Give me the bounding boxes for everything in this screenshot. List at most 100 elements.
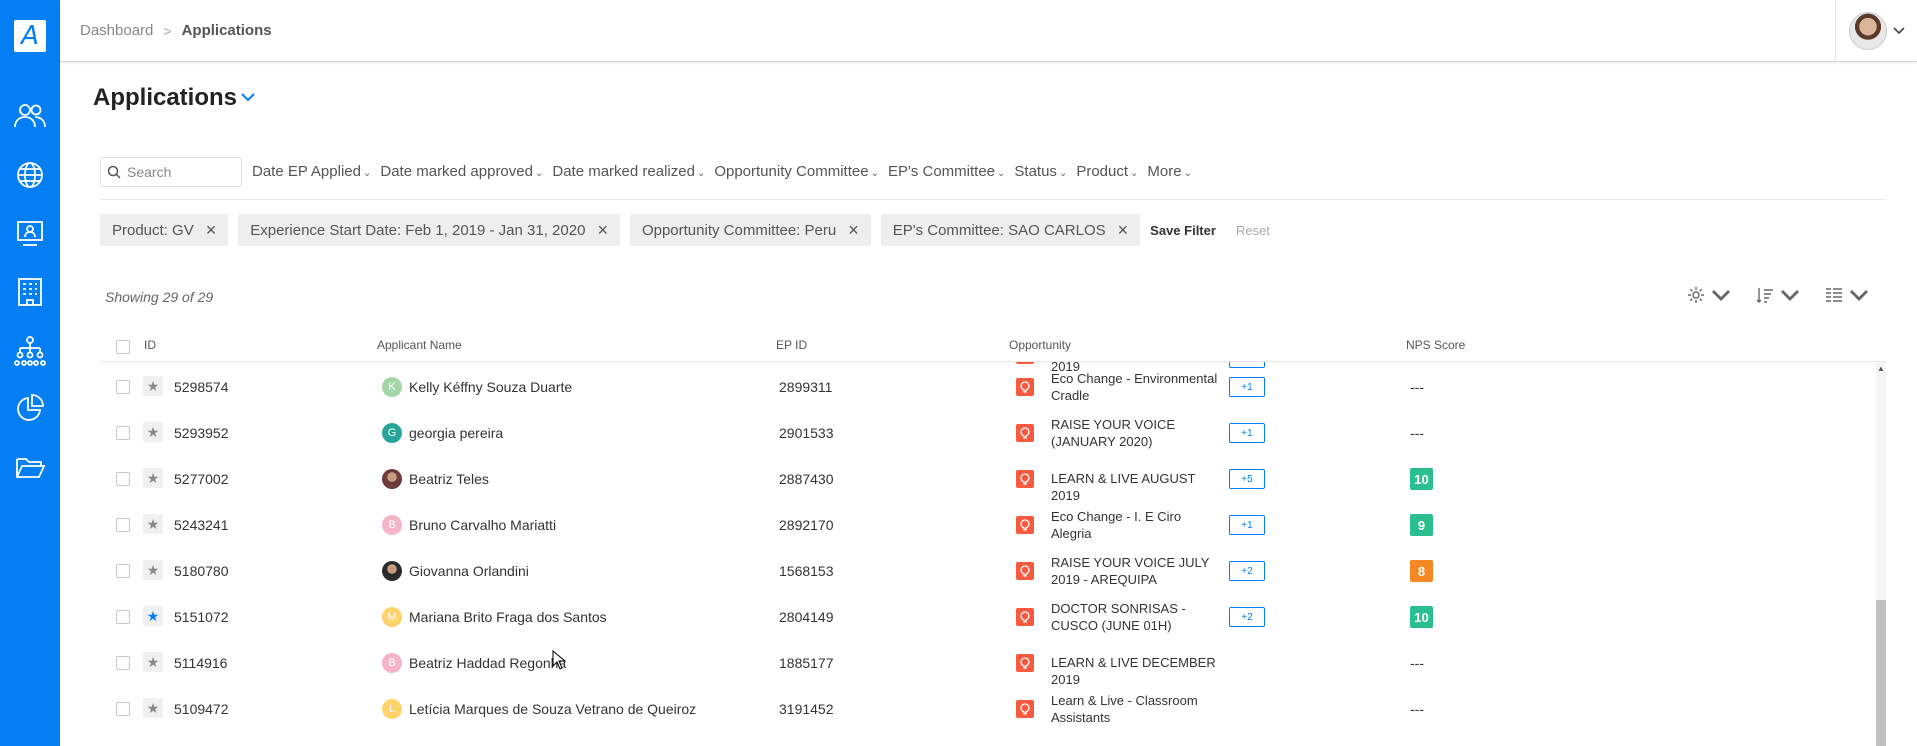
sidebar-item-people[interactable]	[12, 98, 48, 134]
table-row[interactable]: ★ 5109472 L Letícia Marques de Souza Vetran…	[100, 686, 1880, 732]
cell-opportunity[interactable]: RAISE YOUR VOICE (JANUARY 2020)	[1051, 416, 1223, 450]
row-checkbox[interactable]	[116, 656, 130, 670]
sidebar-item-organization[interactable]	[12, 333, 48, 369]
sidebar-item-folder[interactable]	[12, 449, 48, 485]
top-header: Dashboard > Applications	[60, 0, 1917, 62]
row-checkbox[interactable]	[116, 564, 130, 578]
sidebar-item-presentation[interactable]	[12, 215, 48, 251]
nps-score-badge: 8	[1410, 560, 1433, 582]
cell-opportunity[interactable]: RAISE YOUR VOICE JULY 2019 - AREQUIPA	[1051, 554, 1223, 588]
cell-opportunity[interactable]: LEARN & LIVE AUGUST 2019	[1051, 470, 1223, 504]
close-icon[interactable]: ×	[597, 221, 608, 239]
opportunity-more-badge[interactable]: +5	[1229, 469, 1265, 489]
star-icon[interactable]: ★	[143, 468, 163, 488]
cell-opportunity[interactable]: LEARN & LIVE DECEMBER 2019	[1051, 654, 1223, 688]
sidebar-item-building[interactable]	[12, 274, 48, 310]
filter-dropdowns: Date EP Applied ⌄ Date marked approved ⌄ Dat…	[252, 163, 1192, 180]
user-menu[interactable]	[1835, 0, 1917, 62]
app-logo[interactable]: A	[14, 20, 46, 52]
breadcrumb-dashboard-link[interactable]: Dashboard	[80, 22, 153, 39]
star-icon[interactable]: ★	[143, 514, 163, 534]
opportunity-more-badge[interactable]: +1	[1229, 377, 1265, 397]
row-checkbox[interactable]	[116, 702, 130, 716]
cell-applicant-name[interactable]: Kelly Kéffny Souza Duarte	[409, 379, 572, 395]
opportunity-type-icon	[1016, 378, 1034, 396]
cell-applicant-name[interactable]: Giovanna Orlandini	[409, 563, 529, 579]
filter-dropdown-label: Status	[1014, 163, 1057, 180]
filter-dropdown[interactable]: Date marked realized ⌄	[552, 163, 705, 180]
pie-chart-icon	[17, 394, 44, 421]
row-checkbox[interactable]	[116, 610, 130, 624]
table-row[interactable]: ★ 5180780 Giovanna Orlandini 1568153 RAISE Y…	[100, 548, 1880, 594]
filter-dropdown[interactable]: Opportunity Committee ⌄	[714, 163, 879, 180]
row-checkbox[interactable]	[116, 518, 130, 532]
table-row[interactable]: ★ 5277002 Beatriz Teles 2887430 LEARN & LIVE…	[100, 456, 1880, 504]
opportunity-more-badge[interactable]: +1	[1229, 423, 1265, 443]
cell-applicant-name[interactable]: Mariana Brito Fraga dos Santos	[409, 609, 607, 625]
filter-dropdown[interactable]: Status ⌄	[1014, 163, 1067, 180]
opportunity-type-icon	[1016, 654, 1034, 672]
cell-applicant-name[interactable]: Beatriz Teles	[409, 471, 489, 487]
opportunity-more-badge[interactable]: +2	[1229, 561, 1265, 581]
row-checkbox[interactable]	[116, 380, 130, 394]
save-filter-button[interactable]: Save Filter	[1150, 223, 1216, 238]
close-icon[interactable]: ×	[1118, 221, 1129, 239]
sidebar-item-globe[interactable]	[12, 157, 48, 193]
filter-dropdown[interactable]: Date marked approved ⌄	[380, 163, 543, 180]
search-box	[100, 157, 242, 187]
applicant-avatar: B	[382, 653, 402, 673]
column-header-nps-score[interactable]: NPS Score	[1406, 338, 1465, 352]
table-row[interactable]: ★ 5151072 M Mariana Brito Fraga dos Santos 2…	[100, 594, 1880, 640]
filter-dropdown[interactable]: EP's Committee ⌄	[888, 163, 1005, 180]
scrollbar-thumb[interactable]	[1876, 600, 1886, 746]
cell-opportunity[interactable]: Learn & Live - Classroom Assistants	[1051, 692, 1223, 726]
table-row[interactable]: ★ 5243241 B Bruno Carvalho Mariatti 2892170 E…	[100, 502, 1880, 548]
close-icon[interactable]: ×	[848, 221, 859, 239]
row-checkbox[interactable]	[116, 472, 130, 486]
cell-applicant-name[interactable]: georgia pereira	[409, 425, 503, 441]
star-icon[interactable]: ★	[143, 560, 163, 580]
chevron-down-icon	[1892, 27, 1905, 35]
title-dropdown-chevron-icon[interactable]	[241, 89, 255, 107]
sort-icon	[1756, 288, 1773, 303]
star-icon[interactable]: ★	[143, 376, 163, 396]
star-icon[interactable]: ★	[143, 652, 163, 672]
sidebar-item-analytics[interactable]	[12, 390, 48, 426]
close-icon[interactable]: ×	[206, 221, 217, 239]
table-row[interactable]: ★ 5114916 B Beatriz Haddad Regonha 1885177 LE…	[100, 640, 1880, 688]
cell-ep-id: 2892170	[779, 517, 834, 533]
cell-opportunity[interactable]: Eco Change - I. E Ciro Alegria	[1051, 508, 1223, 542]
filter-dropdown[interactable]: Product ⌄	[1076, 163, 1138, 180]
search-input[interactable]	[127, 164, 237, 180]
star-icon[interactable]: ★	[143, 698, 163, 718]
cell-opportunity[interactable]: DOCTOR SONRISAS - CUSCO (JUNE 01H)	[1051, 600, 1223, 634]
star-icon[interactable]: ★	[143, 422, 163, 442]
row-checkbox[interactable]	[116, 426, 130, 440]
filter-dropdown[interactable]: Date EP Applied ⌄	[252, 163, 371, 180]
settings-dropdown[interactable]	[1686, 285, 1731, 305]
opportunity-type-icon	[1016, 608, 1034, 626]
column-header-opportunity[interactable]: Opportunity	[1009, 338, 1071, 352]
cell-applicant-name[interactable]: Beatriz Haddad Regonha	[409, 655, 566, 671]
cell-applicant-name[interactable]: Letícia Marques de Souza Vetrano de Quei…	[409, 701, 696, 717]
cell-applicant-name[interactable]: Bruno Carvalho Mariatti	[409, 517, 556, 533]
cell-opportunity[interactable]: Eco Change - Environmental Cradle	[1051, 370, 1223, 404]
table-tools	[1686, 285, 1869, 305]
columns-dropdown[interactable]	[1824, 285, 1869, 305]
reset-filter-button[interactable]: Reset	[1236, 223, 1270, 238]
sort-dropdown[interactable]	[1755, 285, 1800, 305]
column-header-ep-id[interactable]: EP ID	[776, 338, 807, 352]
select-all-checkbox[interactable]	[116, 340, 130, 354]
column-header-applicant-name[interactable]: Applicant Name	[377, 338, 462, 352]
column-header-id[interactable]: ID	[144, 338, 156, 352]
star-icon[interactable]: ★	[143, 606, 163, 626]
opportunity-more-badge[interactable]: +1	[1229, 515, 1265, 535]
table-row[interactable]: ★ 5298574 K Kelly Kéffny Souza Duarte 289931…	[100, 364, 1880, 410]
filter-dropdown[interactable]: More ⌄	[1147, 163, 1192, 180]
nps-score-badge: 10	[1410, 606, 1433, 628]
scroll-up-arrow-icon[interactable]: ▲	[1877, 364, 1885, 373]
opportunity-more-badge[interactable]: +2	[1229, 607, 1265, 627]
cell-id: 5114916	[174, 655, 228, 671]
table-row[interactable]: ★ 5293952 Ggeorgia pereira 2901533 RAISE YOU…	[100, 410, 1880, 456]
filter-chip: Opportunity Committee: Peru ×	[629, 214, 871, 246]
